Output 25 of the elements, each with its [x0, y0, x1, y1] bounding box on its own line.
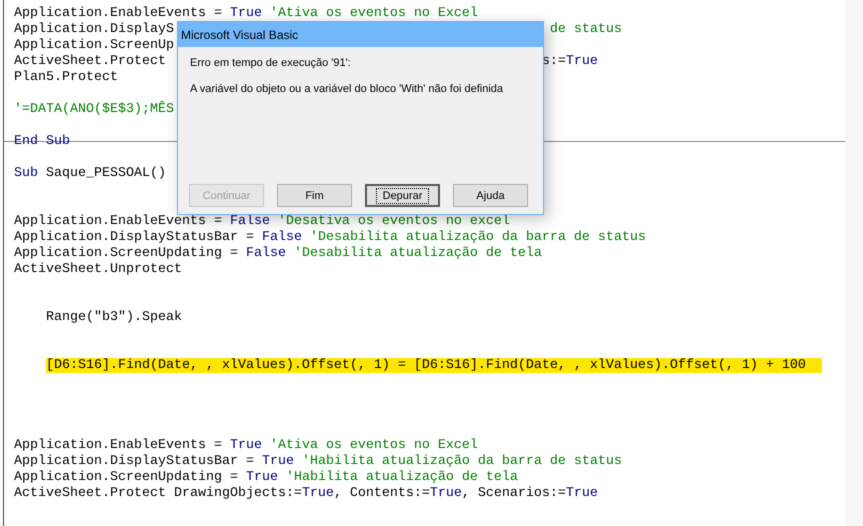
code-line: Range("b3").Speak: [46, 310, 182, 325]
code-line: Plan5.Protect: [14, 70, 118, 85]
code-line: End Sub: [14, 134, 70, 149]
code-fragment: de status: [550, 22, 622, 38]
dialog-button[interactable]: Ajuda: [453, 184, 528, 207]
code-line: Application.DisplayS: [14, 22, 174, 37]
code-line: '=DATA(ANO($E$3);MÊS: [14, 102, 174, 117]
code-line: ActiveSheet.Protect: [14, 54, 166, 69]
scrollbar-track[interactable]: [845, 0, 863, 526]
dialog-button[interactable]: Depurar: [365, 184, 440, 207]
code-line: Application.EnableEvents = False 'Desativa os eventos no excel: [14, 214, 510, 229]
code-line: Application.DisplayStatusBar = False 'Desabilita atualização da barra de status: [14, 230, 646, 245]
code-line: Application.ScreenUp: [14, 38, 174, 53]
code-line: Application.EnableEvents = True 'Ativa os eventos no Excel: [14, 438, 478, 453]
code-line: Application.ScreenUpdating = False 'Desabilita atualização de tela: [14, 246, 542, 261]
error-message: Erro em tempo de execução '91':: [190, 57, 352, 69]
code-line: ActiveSheet.Protect DrawingObjects:=True, Contents:=True, Scenarios:=True: [14, 486, 598, 501]
error-message: A variável do objeto ou a variável do bloco 'With' não foi definida: [190, 83, 504, 95]
dialog-button[interactable]: Fim: [277, 184, 352, 207]
code-line: Sub Saque_PESSOAL(): [14, 166, 166, 181]
code-line: Application.ScreenUpdating = True 'Habilita atualização de tela: [14, 470, 518, 485]
dialog-title: Microsoft Visual Basic: [181, 28, 298, 42]
code-line: ActiveSheet.Unprotect: [14, 262, 182, 277]
code-line: Application.EnableEvents = True 'Ativa os eventos no Excel: [14, 6, 478, 21]
code-line: Application.DisplayStatusBar = True 'Habilita atualização da barra de status: [14, 454, 622, 469]
